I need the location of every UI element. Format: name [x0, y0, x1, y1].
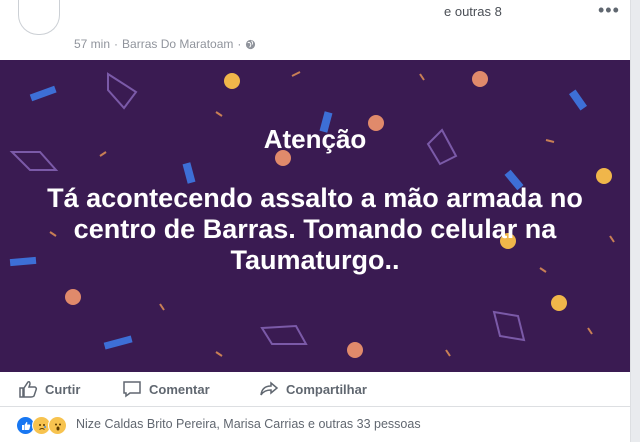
thumbs-up-icon [19, 381, 38, 398]
post-background-banner: Atenção Tá acontecendo assalto a mão arm… [0, 60, 630, 372]
others-link[interactable]: e outras 8 [444, 4, 502, 19]
post-card: e outras 8 ••• 57 min · Barras Do Marato… [0, 0, 631, 442]
comment-button[interactable]: Comentar [122, 380, 210, 398]
share-button[interactable]: Compartilhar [259, 380, 367, 398]
like-button[interactable]: Curtir [18, 380, 80, 398]
share-label: Compartilhar [286, 381, 367, 397]
share-icon [260, 381, 279, 396]
banner-message: Tá acontecendo assalto a mão armada no c… [47, 183, 583, 275]
avatar[interactable] [18, 0, 60, 35]
post-header: e outras 8 ••• 57 min · Barras Do Marato… [0, 0, 630, 60]
meta-separator: · [114, 37, 119, 51]
meta-separator: · [237, 37, 242, 51]
reactions-names[interactable]: Nize Caldas Brito Pereira, Marisa Carria… [76, 417, 421, 431]
more-options-icon[interactable]: ••• [598, 0, 620, 21]
like-label: Curtir [45, 381, 81, 397]
comment-icon [123, 381, 141, 398]
wow-icon [48, 416, 67, 435]
banner-title: Atenção [263, 124, 367, 154]
post-time[interactable]: 57 min [74, 37, 110, 51]
globe-icon [246, 39, 256, 49]
reactions-summary[interactable]: Nize Caldas Brito Pereira, Marisa Carria… [0, 407, 630, 442]
reaction-icons [16, 416, 67, 435]
post-location[interactable]: Barras Do Maratoam [122, 37, 233, 51]
post-meta: 57 min · Barras Do Maratoam · [74, 37, 256, 51]
post-actions-bar: Curtir Comentar Compartilhar [0, 372, 630, 407]
comment-label: Comentar [149, 381, 210, 397]
